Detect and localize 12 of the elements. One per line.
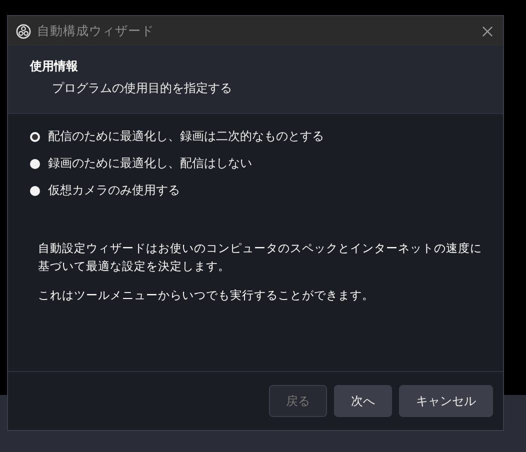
radio-option[interactable]: 録画のために最適化し、配信はしない [30, 155, 481, 172]
page-subtitle: プログラムの使用目的を指定する [52, 80, 233, 97]
app-logo-icon [16, 24, 31, 38]
page-title: 使用情報 [30, 58, 79, 75]
radio-option[interactable]: 仮想カメラのみ使用する [30, 182, 481, 199]
dialog-button[interactable]: 次へ [334, 385, 392, 417]
radio-option[interactable]: 配信のために最適化し、録画は二次的なものとする [30, 128, 481, 145]
close-icon[interactable] [482, 26, 493, 36]
info-text: 自動設定ウィザードはお使いのコンピュータのスペックとインターネットの速度に基づいて最適な設定を決定します。 [38, 240, 483, 275]
window-title: 自動構成ウィザード [37, 22, 155, 40]
info-text: これはツールメニューからいつでも実行することができます。 [38, 287, 375, 304]
dialog-button[interactable]: キャンセル [399, 385, 493, 417]
